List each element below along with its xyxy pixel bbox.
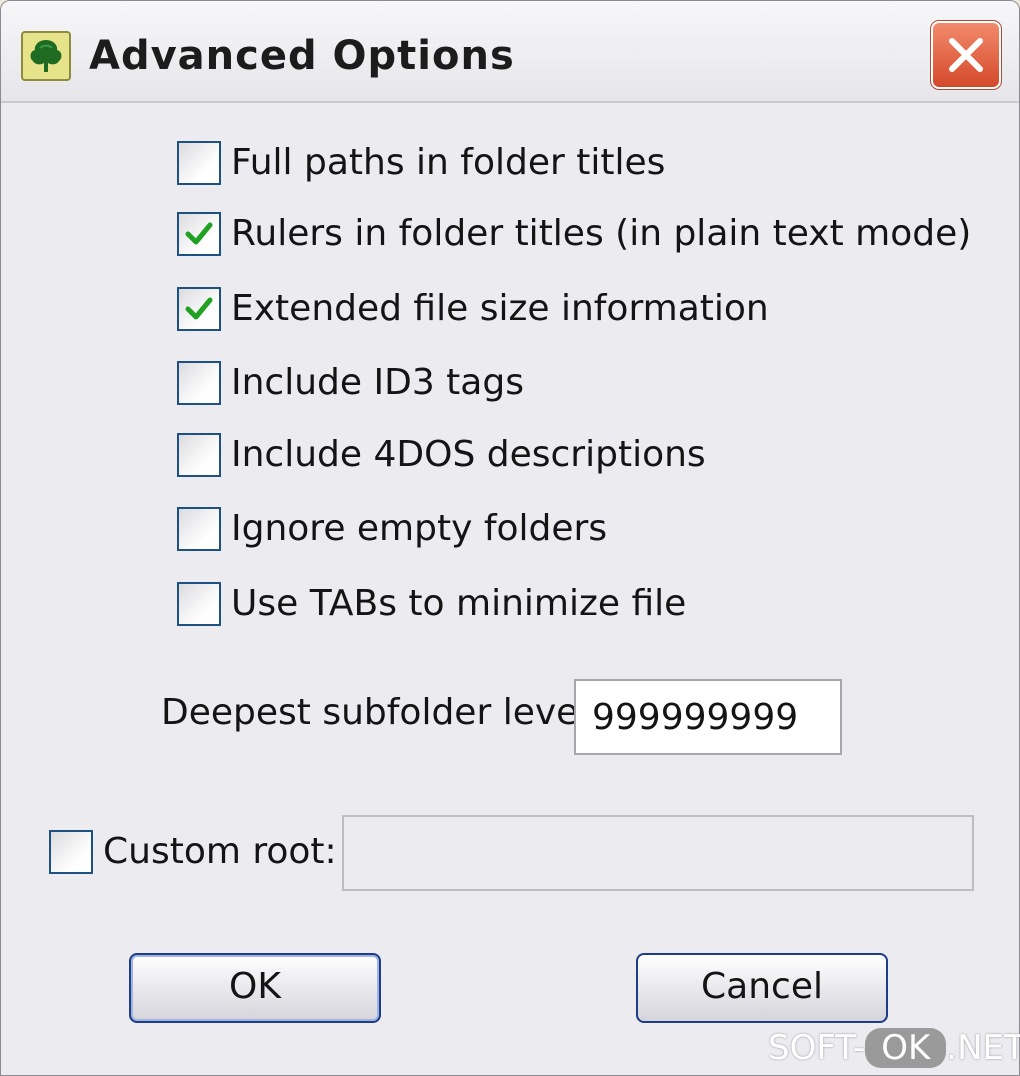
- 4dos-label: Include 4DOS descriptions: [231, 434, 706, 475]
- custom-root-input[interactable]: [342, 815, 974, 891]
- watermark: SOFT- OK .NET: [768, 1028, 1020, 1076]
- close-button[interactable]: [930, 20, 1002, 90]
- watermark-pill: OK: [865, 1028, 947, 1068]
- full-paths-label: Full paths in folder titles: [231, 142, 666, 183]
- window-title: Advanced Options: [89, 33, 515, 79]
- use-tabs-checkbox[interactable]: [177, 582, 221, 626]
- depth-input[interactable]: [574, 679, 842, 755]
- tree-icon: [21, 31, 71, 81]
- custom-root-checkbox[interactable]: [49, 830, 93, 874]
- watermark-suffix: .NET: [946, 1028, 1020, 1068]
- title-bar[interactable]: Advanced Options: [1, 1, 1019, 103]
- ignore-empty-checkbox[interactable]: [177, 507, 221, 551]
- rulers-label: Rulers in folder titles (in plain text m…: [231, 213, 972, 254]
- id3-tags-label: Include ID3 tags: [231, 362, 524, 403]
- ignore-empty-label: Ignore empty folders: [231, 508, 608, 549]
- extended-size-label: Extended file size information: [231, 288, 769, 329]
- use-tabs-label: Use TABs to minimize file: [231, 583, 687, 624]
- id3-tags-checkbox[interactable]: [177, 361, 221, 405]
- cancel-button[interactable]: Cancel: [636, 953, 888, 1023]
- 4dos-checkbox[interactable]: [177, 433, 221, 477]
- rulers-checkbox[interactable]: [177, 212, 221, 256]
- checkmark-icon: [185, 222, 213, 245]
- close-icon: [949, 38, 983, 72]
- depth-label: Deepest subfolder level:: [161, 692, 601, 733]
- custom-root-label: Custom root:: [103, 831, 337, 872]
- checkmark-icon: [185, 297, 213, 320]
- ok-button[interactable]: OK: [129, 953, 381, 1023]
- advanced-options-dialog: Advanced Options Full paths in folder ti…: [0, 0, 1020, 1076]
- extended-size-checkbox[interactable]: [177, 287, 221, 331]
- full-paths-checkbox[interactable]: [177, 141, 221, 185]
- watermark-prefix: SOFT-: [768, 1028, 866, 1068]
